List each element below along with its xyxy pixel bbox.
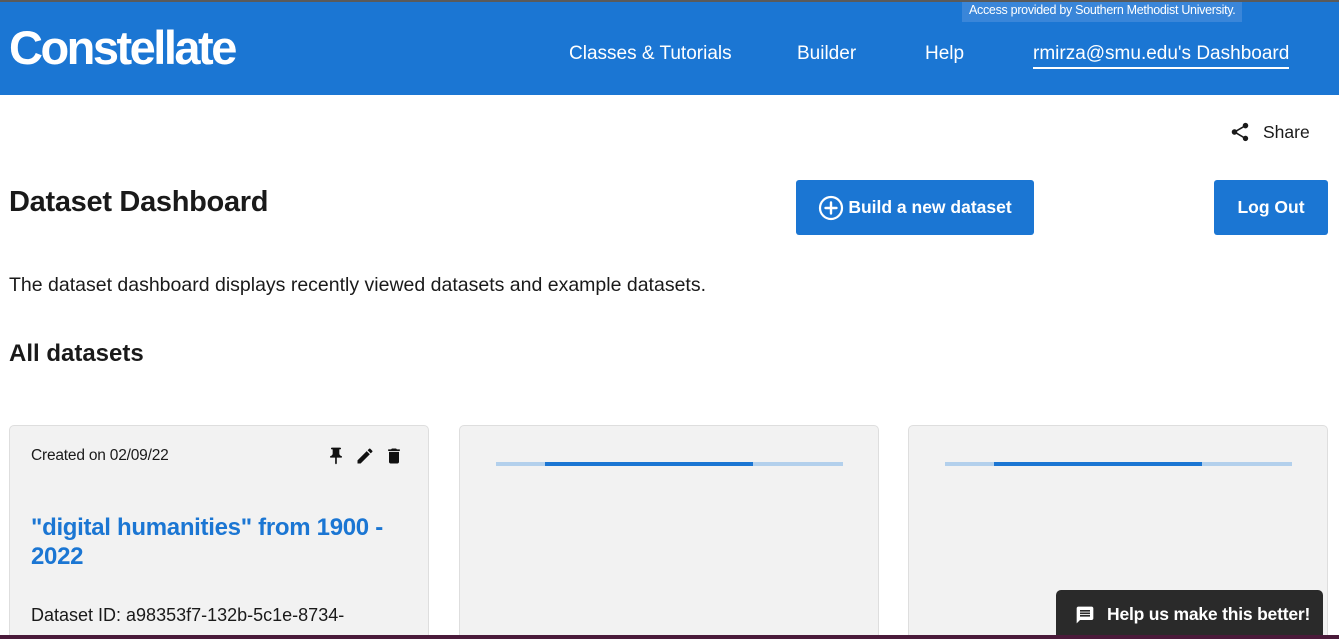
build-button-label: Build a new dataset	[848, 197, 1012, 217]
edit-icon[interactable]	[355, 446, 375, 466]
dataset-title-link[interactable]: "digital humanities" from 1900 - 2022	[31, 513, 401, 571]
feedback-button[interactable]: Help us make this better!	[1056, 590, 1323, 639]
nav-user-dashboard[interactable]: rmirza@smu.edu's Dashboard	[1033, 43, 1290, 69]
share-icon	[1231, 122, 1249, 142]
build-new-dataset-button[interactable]: Build a new dataset	[796, 180, 1034, 235]
top-navigation-bar: Constellate Access provided by Southern …	[0, 0, 1339, 95]
dashboard-description: The dataset dashboard displays recently …	[9, 274, 707, 296]
feedback-icon	[1076, 606, 1094, 623]
nav-builder[interactable]: Builder	[797, 43, 856, 65]
dataset-card: Created on 02/09/22 "digital humanities"…	[9, 425, 429, 639]
loading-progress-bar	[496, 462, 843, 466]
pin-icon[interactable]	[326, 446, 346, 466]
nav-help[interactable]: Help	[925, 43, 964, 65]
dataset-id: Dataset ID: a98353f7-132b-5c1e-8734-	[31, 605, 345, 625]
section-title-all-datasets: All datasets	[9, 340, 144, 367]
delete-icon[interactable]	[384, 446, 404, 466]
logout-button[interactable]: Log Out	[1214, 180, 1328, 235]
share-button[interactable]: Share	[1229, 121, 1310, 143]
nav-classes-tutorials[interactable]: Classes & Tutorials	[569, 43, 732, 65]
taskbar-edge	[0, 635, 1339, 639]
dataset-card-loading	[459, 425, 879, 639]
created-date: Created on 02/09/22	[31, 447, 169, 464]
loading-progress-fill	[994, 462, 1202, 466]
feedback-label: Help us make this better!	[1107, 604, 1311, 624]
access-notice: Access provided by Southern Methodist Un…	[962, 2, 1243, 22]
share-label: Share	[1263, 121, 1310, 142]
loading-progress-bar	[945, 462, 1292, 466]
add-circle-icon	[819, 195, 844, 220]
constellate-logo[interactable]: Constellate	[9, 20, 237, 75]
page-title: Dataset Dashboard	[9, 186, 269, 218]
loading-progress-fill	[545, 462, 753, 466]
card-actions	[326, 446, 404, 466]
